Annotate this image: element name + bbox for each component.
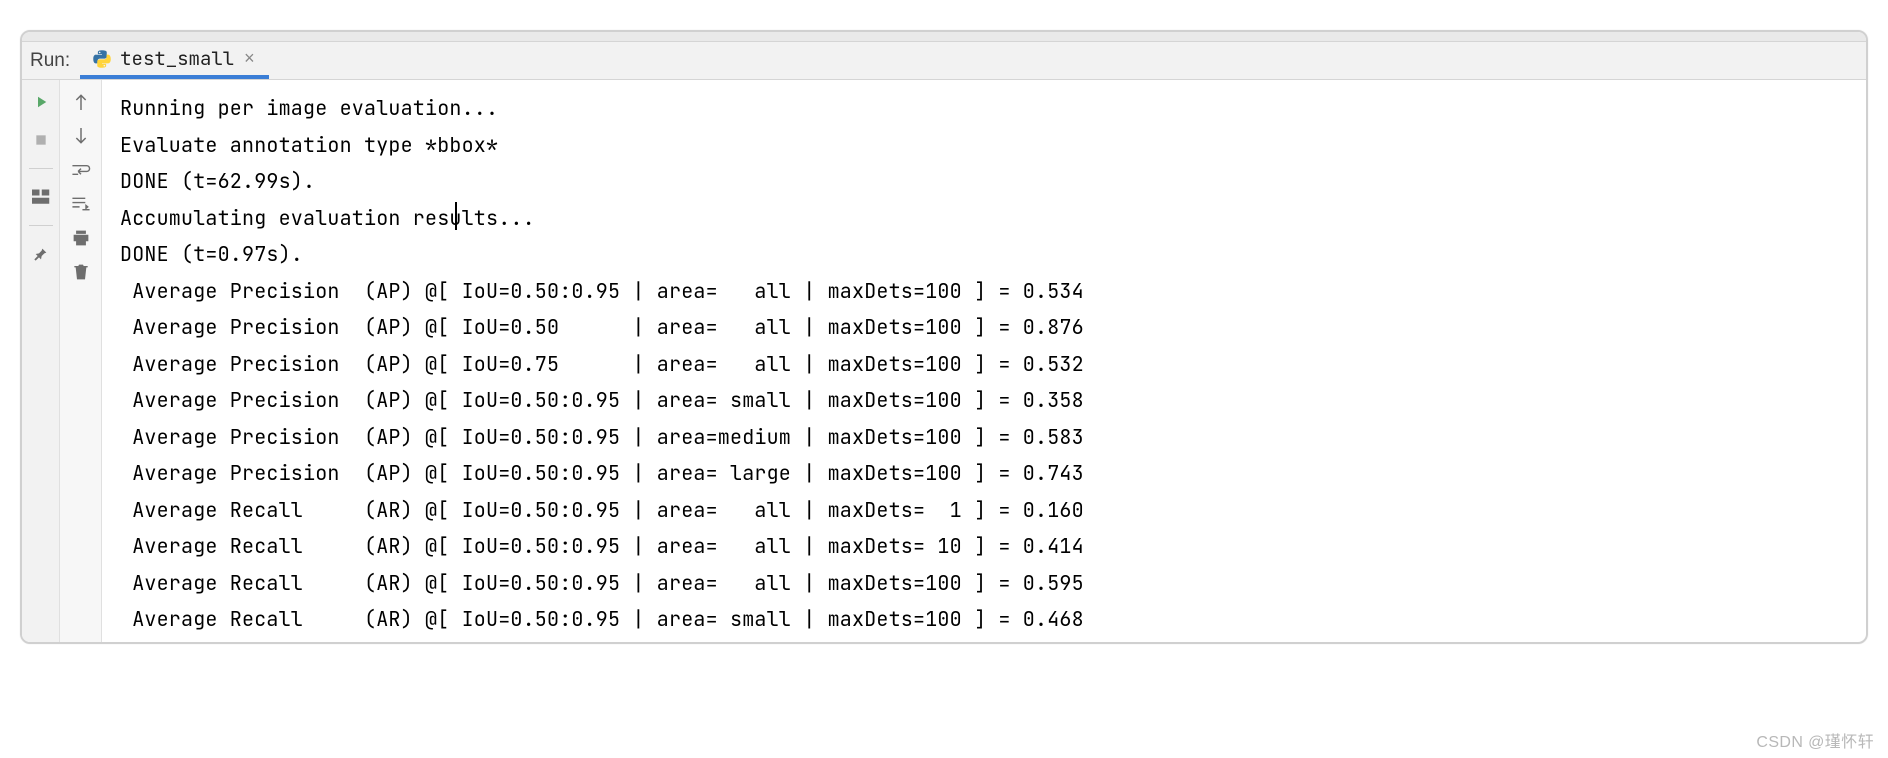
text-caret <box>455 202 457 230</box>
run-tab[interactable]: test_small × <box>80 42 269 79</box>
watermark: CSDN @瑾怀轩 <box>1756 728 1874 752</box>
console-output[interactable]: Running per image evaluation... Evaluate… <box>102 80 1866 642</box>
run-tool-window: Run: test_small × <box>20 30 1868 644</box>
tab-title: test_small <box>120 46 234 71</box>
soft-wrap-icon[interactable] <box>69 158 93 182</box>
left-gutter-primary <box>22 80 60 642</box>
layout-icon[interactable] <box>29 185 53 209</box>
run-body: Running per image evaluation... Evaluate… <box>22 80 1866 642</box>
up-arrow-icon[interactable] <box>69 90 93 114</box>
window-title-bar <box>22 32 1866 42</box>
separator <box>29 225 53 226</box>
tab-row: Run: test_small × <box>22 42 1866 80</box>
left-gutter-secondary <box>60 80 102 642</box>
scroll-to-end-icon[interactable] <box>69 192 93 216</box>
close-tab-icon[interactable]: × <box>242 48 257 69</box>
separator <box>29 168 53 169</box>
down-arrow-icon[interactable] <box>69 124 93 148</box>
rerun-icon[interactable] <box>29 90 53 114</box>
stop-icon[interactable] <box>29 128 53 152</box>
print-icon[interactable] <box>69 226 93 250</box>
python-file-icon <box>92 49 112 69</box>
run-label: Run: <box>22 50 80 72</box>
trash-icon[interactable] <box>69 260 93 284</box>
pin-icon[interactable] <box>29 242 53 266</box>
